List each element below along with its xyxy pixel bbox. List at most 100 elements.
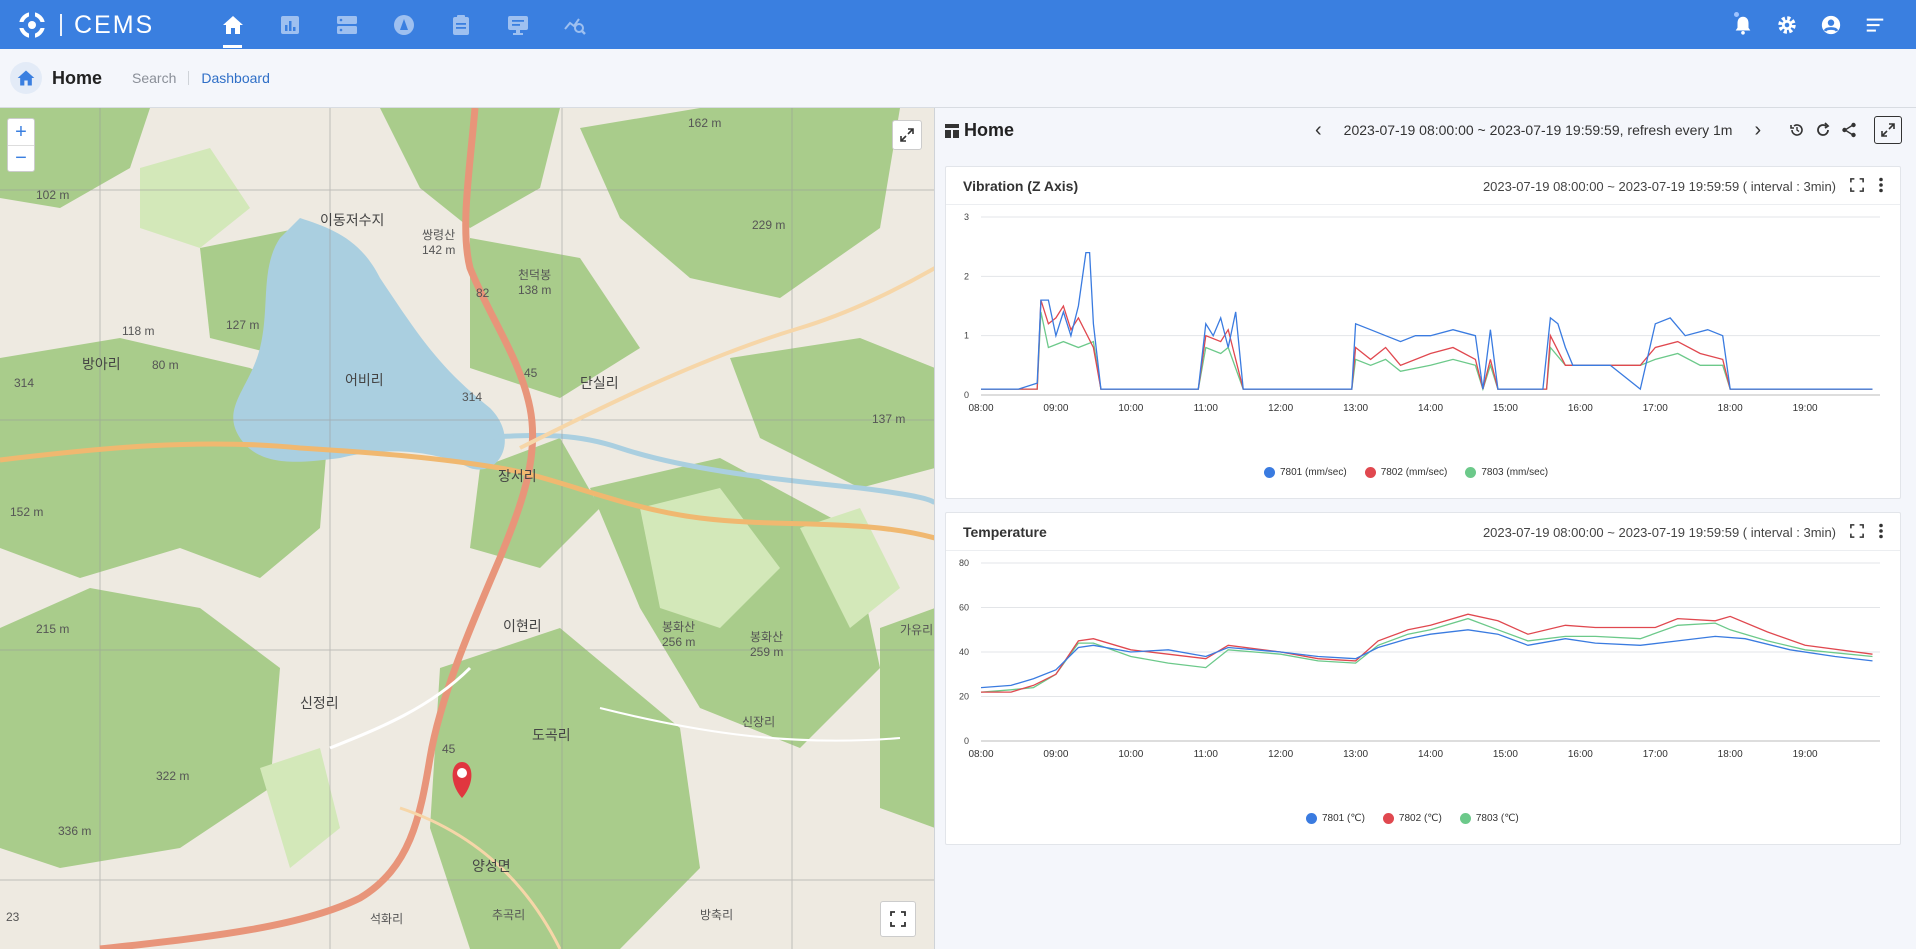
clipboard-icon <box>452 14 469 35</box>
x-tick-label: 18:00 <box>1718 403 1743 414</box>
map-label: 229 m <box>752 218 786 232</box>
monitor-icon <box>507 15 528 35</box>
dashboard-header: Home ‹ 2023-07-19 08:00:00 ~ 2023-07-19 … <box>936 108 1916 156</box>
x-tick-label: 13:00 <box>1343 749 1368 760</box>
y-tick-label: 1 <box>964 331 969 341</box>
dashboard-title-text: Home <box>964 120 1015 140</box>
notifications-button[interactable] <box>1730 11 1756 38</box>
x-tick-label: 10:00 <box>1118 749 1143 760</box>
y-tick-label: 0 <box>964 736 969 746</box>
history-icon <box>1790 124 1803 136</box>
series-line <box>980 629 1873 689</box>
app-logo[interactable]: CEMS <box>18 9 154 41</box>
y-tick-label: 40 <box>959 647 969 657</box>
map-label: 이동저수지 <box>320 212 385 228</box>
nav-alerts[interactable] <box>375 0 432 49</box>
chart-range: 2023-07-19 08:00:00 ~ 2023-07-19 19:59:5… <box>1482 179 1836 194</box>
x-tick-label: 11:00 <box>1194 749 1219 760</box>
nav-reports[interactable] <box>432 0 489 49</box>
map-label: 162 m <box>688 116 722 130</box>
x-tick-label: 17:00 <box>1643 403 1668 414</box>
legend-label: 7801 (℃) <box>1322 813 1365 824</box>
legend-item[interactable]: 7801 (℃) <box>1306 813 1365 824</box>
map-label: 102 m <box>36 188 70 202</box>
page-title: Home <box>52 67 103 88</box>
x-tick-label: 19:00 <box>1793 749 1818 760</box>
map-label: 도곡리 <box>532 727 571 743</box>
map-label: 어비리 <box>345 372 384 388</box>
legend-dot <box>1459 813 1471 824</box>
chart-card-temperature: Temperature 2023-07-19 08:00:00 ~ 2023-0… <box>945 512 1901 845</box>
breadcrumb-search[interactable]: Search <box>132 70 176 86</box>
x-tick-label: 14:00 <box>1418 403 1443 414</box>
fullscreen-icon[interactable] <box>1850 524 1864 538</box>
gear-icon <box>1778 15 1796 34</box>
refresh-icon <box>1817 122 1830 136</box>
map-label: 가유리 <box>900 623 934 637</box>
nav-analysis[interactable] <box>546 0 603 49</box>
history-button[interactable] <box>1788 121 1806 139</box>
settings-button[interactable] <box>1774 12 1800 38</box>
zoom-out-button[interactable]: − <box>8 145 34 171</box>
breadcrumb: Home Search Dashboard <box>0 49 1916 108</box>
map-label: 이현리 <box>503 618 542 634</box>
nav-devices[interactable] <box>318 0 375 49</box>
fullscreen-icon[interactable] <box>1850 178 1864 192</box>
x-tick-label: 16:00 <box>1568 749 1593 760</box>
nav-monitoring[interactable] <box>489 0 546 49</box>
time-range-text[interactable]: 2023-07-19 08:00:00 ~ 2023-07-19 19:59:5… <box>1344 122 1620 138</box>
legend-item[interactable]: 7803 (℃) <box>1459 813 1519 824</box>
series-line <box>981 251 1873 391</box>
x-tick-label: 12:00 <box>1268 403 1293 414</box>
nav-statistics[interactable] <box>261 0 318 49</box>
breadcrumb-dashboard[interactable]: Dashboard <box>201 70 270 86</box>
map-fullscreen-button[interactable] <box>880 901 916 937</box>
legend-item[interactable]: 7803 (mm/sec) <box>1465 467 1548 478</box>
y-tick-label: 80 <box>959 558 969 568</box>
map-label: 118 m <box>122 324 155 338</box>
map-label: 봉화산 256 m <box>662 620 696 649</box>
notification-dot <box>1734 11 1739 17</box>
map-label: 82 <box>476 286 490 300</box>
map-expand-button[interactable] <box>892 120 922 150</box>
refresh-button[interactable] <box>1814 121 1832 139</box>
dashboard-icon <box>945 123 959 138</box>
map-view[interactable]: 이동저수지 어비리 방아리 단실리 장서리 이현리 신정리 도곡리 양성면 석화… <box>0 108 935 949</box>
x-tick-label: 19:00 <box>1793 403 1818 414</box>
dashboard-panel: Home ‹ 2023-07-19 08:00:00 ~ 2023-07-19 … <box>936 108 1916 949</box>
dashboard-title: Home <box>944 120 1014 141</box>
map-label: 314 <box>14 376 35 390</box>
legend-item[interactable]: 7802 (mm/sec) <box>1364 467 1448 478</box>
x-tick-label: 12:00 <box>1268 749 1293 760</box>
prev-range-button[interactable]: ‹ <box>1315 120 1322 140</box>
zoom-in-button[interactable]: + <box>8 119 34 145</box>
server-icon <box>336 15 357 34</box>
legend-item[interactable]: 7802 (℃) <box>1382 813 1442 824</box>
analytics-search-icon <box>563 17 586 35</box>
account-button[interactable] <box>1818 12 1844 38</box>
legend-item[interactable]: 7801 (mm/sec) <box>1264 467 1347 478</box>
next-range-button[interactable]: › <box>1754 120 1761 140</box>
y-tick-label: 2 <box>964 271 969 281</box>
more-vertical-icon[interactable] <box>1874 523 1888 539</box>
map-label: 방축리 <box>700 908 734 922</box>
x-tick-label: 17:00 <box>1643 749 1668 760</box>
menu-button[interactable] <box>1862 12 1888 38</box>
map-zoom-control: + − <box>7 118 35 172</box>
share-button[interactable] <box>1840 121 1858 139</box>
bar-chart-icon <box>280 15 299 34</box>
map-label: 추곡리 <box>492 908 526 922</box>
legend-label: 7802 (mm/sec) <box>1380 467 1448 478</box>
map-label: 쌍령산 142 m <box>422 228 456 257</box>
series-line <box>981 613 1873 693</box>
home-badge[interactable] <box>10 62 42 94</box>
dashboard-expand-button[interactable] <box>1874 116 1902 144</box>
home-icon <box>17 70 35 86</box>
x-tick-label: 15:00 <box>1493 749 1518 760</box>
x-tick-label: 10:00 <box>1118 403 1143 414</box>
nav-home[interactable] <box>204 0 261 49</box>
more-vertical-icon[interactable] <box>1874 177 1888 193</box>
x-tick-label: 08:00 <box>968 403 993 414</box>
menu-icon <box>1866 18 1884 32</box>
map-tiles <box>0 108 934 949</box>
